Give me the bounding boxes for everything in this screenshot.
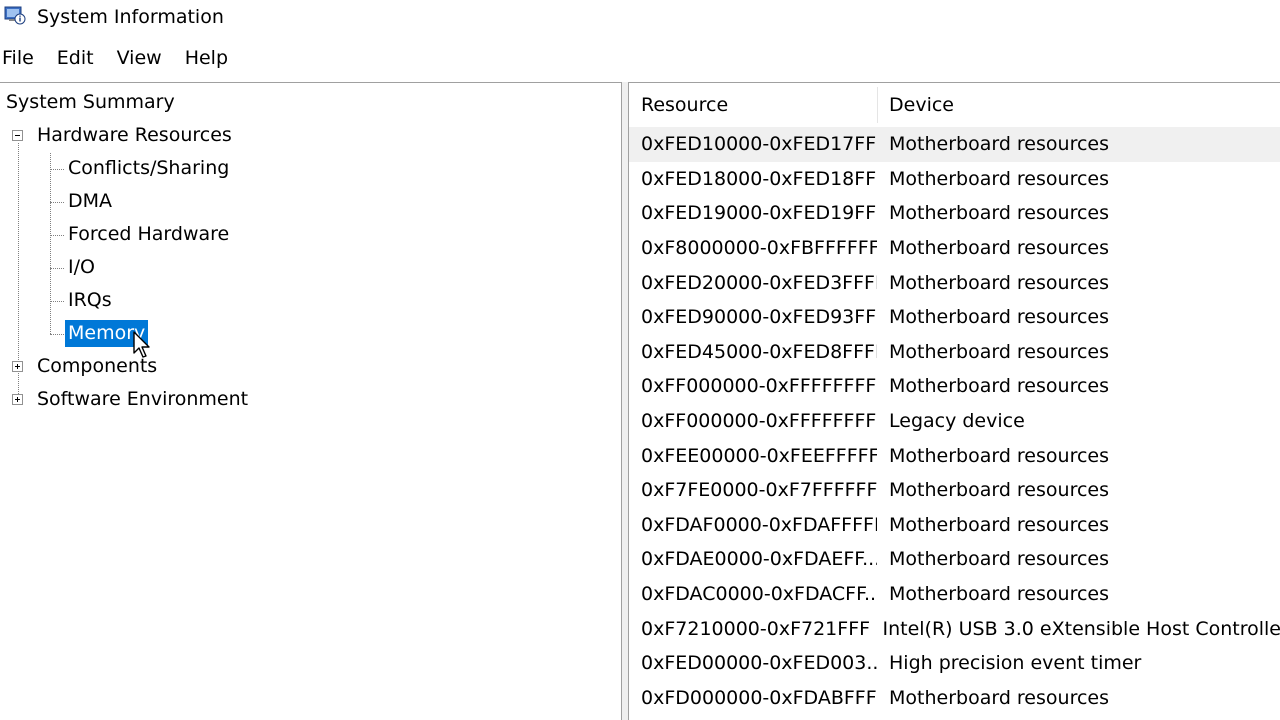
cell-device: Motherboard resources	[889, 167, 1109, 190]
tree-line	[50, 153, 51, 334]
cell-resource: 0xFF000000-0xFFFFFFFF	[641, 375, 877, 398]
table-row[interactable]: 0xFDAE0000-0xFDAEFF... Motherboard resour…	[629, 542, 1280, 577]
cell-device: Motherboard resources	[889, 202, 1109, 225]
cell-device: Motherboard resources	[889, 375, 1109, 398]
cell-resource: 0xFED90000-0xFED93FFF	[641, 306, 877, 329]
cell-resource: 0xFDAE0000-0xFDAEFF...	[641, 548, 877, 571]
tree-dma[interactable]: DMA	[68, 188, 112, 215]
cell-resource: 0xFED20000-0xFED3FFFF	[641, 271, 877, 294]
cell-resource: 0xFF000000-0xFFFFFFFF	[641, 410, 877, 433]
cell-resource: 0xFED45000-0xFED8FFFF	[641, 340, 877, 363]
cell-resource: 0xF8000000-0xFBFFFFFF	[641, 237, 877, 260]
cell-resource: 0xF7210000-0xF721FFFF	[641, 617, 871, 640]
cell-device: Motherboard resources	[889, 340, 1109, 363]
table-row[interactable]: 0xFD000000-0xFDABFFFF Motherboard resourc…	[629, 681, 1280, 716]
table-row[interactable]: 0xFDAC0000-0xFDACFF... Motherboard resour…	[629, 577, 1280, 612]
mouse-cursor-icon	[133, 331, 150, 358]
tree-forced-hardware[interactable]: Forced Hardware	[68, 221, 229, 248]
collapse-icon[interactable]	[12, 130, 23, 141]
column-header-resource[interactable]: Resource	[629, 83, 728, 127]
table-row[interactable]: 0xFED45000-0xFED8FFFF Motherboard resourc…	[629, 335, 1280, 370]
cell-resource: 0xFEE00000-0xFEEFFFFF	[641, 444, 877, 467]
cell-resource: 0xFDAC0000-0xFDACFF...	[641, 583, 877, 606]
tree-software-environment[interactable]: Software Environment	[37, 386, 248, 413]
cell-resource: 0xF7FE0000-0xF7FFFFFF	[641, 479, 877, 502]
menu-bar: File Edit View Help	[0, 44, 249, 74]
table-row[interactable]: 0xFED90000-0xFED93FFF Motherboard resourc…	[629, 300, 1280, 335]
tree-line	[50, 235, 64, 236]
tree-irqs[interactable]: IRQs	[68, 287, 112, 314]
cell-resource: 0xFD000000-0xFDABFFFF	[641, 686, 877, 709]
cell-device: Motherboard resources	[889, 513, 1109, 536]
cell-device: Motherboard resources	[889, 444, 1109, 467]
table-row[interactable]: 0xF7210000-0xF721FFFF Intel(R) USB 3.0 eX…	[629, 611, 1280, 646]
details-list[interactable]: Resource Device 0xFED10000-0xFED17FFF Mot…	[628, 82, 1280, 720]
table-row[interactable]: 0xFDAF0000-0xFDAFFFFF Motherboard resourc…	[629, 508, 1280, 543]
menu-help[interactable]: Help	[183, 44, 230, 74]
menu-file[interactable]: File	[0, 44, 36, 74]
column-header-device[interactable]: Device	[877, 83, 954, 127]
expand-icon[interactable]	[12, 361, 23, 372]
tree-line	[50, 334, 64, 335]
title-bar: System Information	[0, 0, 1280, 36]
table-row[interactable]: 0xFED00000-0xFED003... High precision eve…	[629, 646, 1280, 681]
cell-device: Motherboard resources	[889, 271, 1109, 294]
cell-device: Motherboard resources	[889, 306, 1109, 329]
table-row[interactable]: 0xFEE00000-0xFEEFFFFF Motherboard resourc…	[629, 438, 1280, 473]
cell-device: Motherboard resources	[889, 133, 1109, 156]
table-row[interactable]: 0xFF000000-0xFFFFFFFF Motherboard resourc…	[629, 369, 1280, 404]
table-row[interactable]: 0xF7FE0000-0xF7FFFFFF Motherboard resourc…	[629, 473, 1280, 508]
tree-io[interactable]: I/O	[68, 254, 95, 281]
menu-edit[interactable]: Edit	[55, 44, 96, 74]
table-row[interactable]: 0xFED10000-0xFED17FFF Motherboard resourc…	[629, 127, 1280, 162]
cell-resource: 0xFED00000-0xFED003...	[641, 652, 877, 675]
cell-device: High precision event timer	[889, 652, 1142, 675]
cell-resource: 0xFED10000-0xFED17FFF	[641, 133, 877, 156]
tree-line	[50, 169, 64, 170]
cell-device: Motherboard resources	[889, 479, 1109, 502]
category-tree[interactable]: System Summary Hardware Resources Confli…	[0, 82, 622, 720]
tree-hardware-resources[interactable]: Hardware Resources	[37, 122, 232, 149]
cell-device: Motherboard resources	[889, 548, 1109, 571]
table-row[interactable]: 0xFF000000-0xFFFFFFFF Legacy device	[629, 404, 1280, 439]
menu-view[interactable]: View	[115, 44, 164, 74]
table-row[interactable]: 0xFED20000-0xFED3FFFF Motherboard resourc…	[629, 265, 1280, 300]
table-row[interactable]: 0xF8000000-0xFBFFFFFF Motherboard resourc…	[629, 231, 1280, 266]
cell-device: Legacy device	[889, 410, 1025, 433]
table-row[interactable]: 0xFED18000-0xFED18FFF Motherboard resourc…	[629, 162, 1280, 197]
expand-icon[interactable]	[12, 394, 23, 405]
cell-device: Intel(R) USB 3.0 eXtensible Host Control…	[882, 617, 1280, 640]
tree-line	[50, 301, 64, 302]
tree-system-summary[interactable]: System Summary	[6, 89, 175, 116]
table-row[interactable]: 0xFED19000-0xFED19FFF Motherboard resourc…	[629, 196, 1280, 231]
cell-resource: 0xFED19000-0xFED19FFF	[641, 202, 877, 225]
cell-resource: 0xFED18000-0xFED18FFF	[641, 167, 877, 190]
cell-device: Motherboard resources	[889, 237, 1109, 260]
cell-device: Motherboard resources	[889, 686, 1109, 709]
window-title: System Information	[37, 6, 224, 28]
tree-conflicts-sharing[interactable]: Conflicts/Sharing	[68, 155, 229, 182]
cell-device: Motherboard resources	[889, 583, 1109, 606]
tree-line	[50, 268, 64, 269]
system-information-icon	[4, 6, 26, 25]
tree-line	[50, 202, 64, 203]
cell-resource: 0xFDAF0000-0xFDAFFFFF	[641, 513, 877, 536]
